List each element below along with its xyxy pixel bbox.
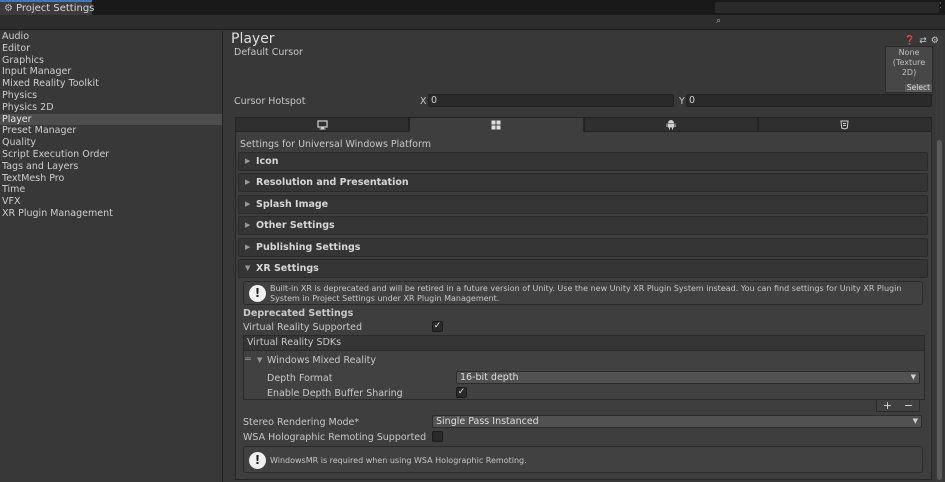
expand-arrow-icon: ▶	[245, 178, 251, 186]
stereo-rendering-mode-dropdown[interactable]: Single Pass Instanced ▼	[432, 415, 922, 428]
wsa-info-box: ! WindowsMR is required when using WSA H…	[243, 446, 923, 473]
sidebar-item-graphics[interactable]: Graphics	[0, 55, 222, 67]
header-icons: ❓ ⇄ ⚙	[904, 36, 939, 46]
section-label: XR Settings	[256, 263, 319, 274]
tab-android[interactable]	[583, 117, 758, 132]
sidebar-item-physics-2d[interactable]: Physics 2D	[0, 102, 222, 114]
depth-format-label: Depth Format	[267, 373, 333, 384]
vr-supported-checkbox[interactable]: ✓	[432, 321, 443, 332]
search-icon: ⌕	[716, 16, 722, 26]
checkmark-icon: ✓	[433, 321, 442, 331]
page-title: Player	[231, 31, 275, 47]
sdk-list-controls: + −	[876, 399, 920, 412]
dropdown-arrow-icon: ▼	[910, 373, 916, 381]
expand-arrow-icon: ▶	[245, 221, 251, 229]
sdk-windows-mixed-reality[interactable]: Windows Mixed Reality	[267, 355, 376, 366]
hotspot-y-field[interactable]: 0	[686, 94, 932, 107]
vr-sdks-header: Virtual Reality SDKs	[243, 335, 925, 351]
section-label: Icon	[256, 156, 279, 167]
sidebar-item-vfx[interactable]: VFX	[0, 196, 222, 208]
sidebar-item-mixed-reality-toolkit[interactable]: Mixed Reality Toolkit	[0, 78, 222, 90]
add-sdk-icon[interactable]: +	[883, 399, 892, 412]
section-other-settings[interactable]: ▶ Other Settings	[238, 216, 928, 235]
depth-buffer-sharing-label: Enable Depth Buffer Sharing	[267, 388, 403, 399]
scrollbar-thumb[interactable]	[937, 140, 942, 480]
settings-sidebar: Audio Editor Graphics Input Manager Mixe…	[0, 31, 223, 482]
sidebar-item-player[interactable]: Player	[0, 113, 222, 126]
search-input[interactable]	[714, 1, 940, 14]
standalone-monitor-icon	[317, 119, 328, 129]
collapse-arrow-icon[interactable]: ▼	[257, 356, 262, 364]
vr-supported-label: Virtual Reality Supported	[243, 322, 362, 333]
sidebar-item-xr-plugin-management[interactable]: XR Plugin Management	[0, 208, 222, 220]
gear-icon: ⚙	[4, 2, 13, 14]
sidebar-item-input-manager[interactable]: Input Manager	[0, 66, 222, 78]
tab-universal-windows-platform[interactable]	[409, 117, 584, 132]
sidebar-item-time[interactable]: Time	[0, 184, 222, 196]
depth-format-dropdown[interactable]: 16-bit depth ▼	[456, 371, 920, 384]
section-label: Publishing Settings	[256, 242, 361, 253]
wsa-remoting-label: WSA Holographic Remoting Supported	[243, 432, 427, 443]
default-cursor-label: Default Cursor	[234, 47, 303, 58]
windows-logo-icon	[491, 120, 501, 129]
hotspot-x-field[interactable]: 0	[428, 94, 674, 107]
warning-icon: !	[249, 285, 266, 302]
section-label: Resolution and Presentation	[256, 177, 409, 188]
deprecation-warning-box: ! Built-in XR is deprecated and will be …	[243, 281, 923, 305]
preset-icon[interactable]: ⇄	[919, 36, 927, 46]
sidebar-item-script-execution-order[interactable]: Script Execution Order	[0, 149, 222, 161]
hotspot-x-label: X	[420, 96, 427, 107]
texture-none-label: None	[898, 48, 920, 57]
depth-buffer-sharing-checkbox[interactable]: ✓	[456, 387, 467, 398]
section-icon[interactable]: ▶ Icon	[238, 152, 928, 171]
collapse-arrow-icon: ▼	[245, 264, 251, 272]
deprecated-settings-heading: Deprecated Settings	[243, 308, 354, 319]
search-bar-row	[0, 15, 945, 30]
settings-gear-icon[interactable]: ⚙	[931, 36, 939, 46]
tab-standalone[interactable]	[235, 117, 410, 132]
section-xr-settings[interactable]: ▼ XR Settings	[238, 259, 928, 278]
help-icon[interactable]: ❓	[904, 36, 915, 46]
android-icon	[666, 120, 676, 130]
section-resolution-and-presentation[interactable]: ▶ Resolution and Presentation	[238, 173, 928, 192]
stereo-rendering-mode-value: Single Pass Instanced	[436, 416, 539, 427]
expand-arrow-icon: ▶	[245, 200, 251, 208]
warning-icon: !	[249, 452, 266, 469]
deprecation-warning-text: Built-in XR is deprecated and will be re…	[270, 284, 902, 303]
sidebar-item-textmesh-pro[interactable]: TextMesh Pro	[0, 173, 222, 185]
expand-arrow-icon: ▶	[245, 157, 251, 165]
wsa-info-text: WindowsMR is required when using WSA Hol…	[270, 456, 527, 465]
drag-handle-icon[interactable]: ═	[245, 354, 251, 365]
hotspot-y-label: Y	[679, 96, 685, 107]
platform-tabs	[235, 117, 932, 132]
section-splash-image[interactable]: ▶ Splash Image	[238, 195, 928, 214]
cursor-hotspot-label: Cursor Hotspot	[234, 96, 306, 107]
section-publishing-settings[interactable]: ▶ Publishing Settings	[238, 238, 928, 257]
section-label: Splash Image	[256, 199, 329, 210]
project-settings-tab[interactable]: ⚙ Project Settings	[0, 0, 95, 15]
sidebar-item-tags-and-layers[interactable]: Tags and Layers	[0, 161, 222, 173]
dropdown-arrow-icon: ▼	[912, 417, 918, 425]
stereo-rendering-mode-label: Stereo Rendering Mode*	[243, 417, 360, 428]
section-label: Other Settings	[256, 220, 335, 231]
sidebar-item-physics[interactable]: Physics	[0, 90, 222, 102]
checkmark-icon: ✓	[457, 387, 466, 397]
sidebar-item-audio[interactable]: Audio	[0, 31, 222, 43]
sidebar-item-editor[interactable]: Editor	[0, 43, 222, 55]
tab-webgl[interactable]	[757, 117, 932, 132]
texture-select-button[interactable]: Select	[905, 84, 932, 92]
texture-type-label: (Texture 2D)	[892, 58, 926, 77]
tab-title: Project Settings	[15, 2, 95, 14]
platform-settings-title: Settings for Universal Windows Platform	[240, 139, 431, 150]
wsa-remoting-checkbox[interactable]	[432, 431, 443, 442]
depth-format-value: 16-bit depth	[460, 372, 519, 383]
remove-sdk-icon[interactable]: −	[904, 399, 913, 412]
sidebar-item-quality[interactable]: Quality	[0, 137, 222, 149]
expand-arrow-icon: ▶	[245, 243, 251, 251]
webgl-icon	[840, 120, 849, 130]
sidebar-item-preset-manager[interactable]: Preset Manager	[0, 125, 222, 137]
